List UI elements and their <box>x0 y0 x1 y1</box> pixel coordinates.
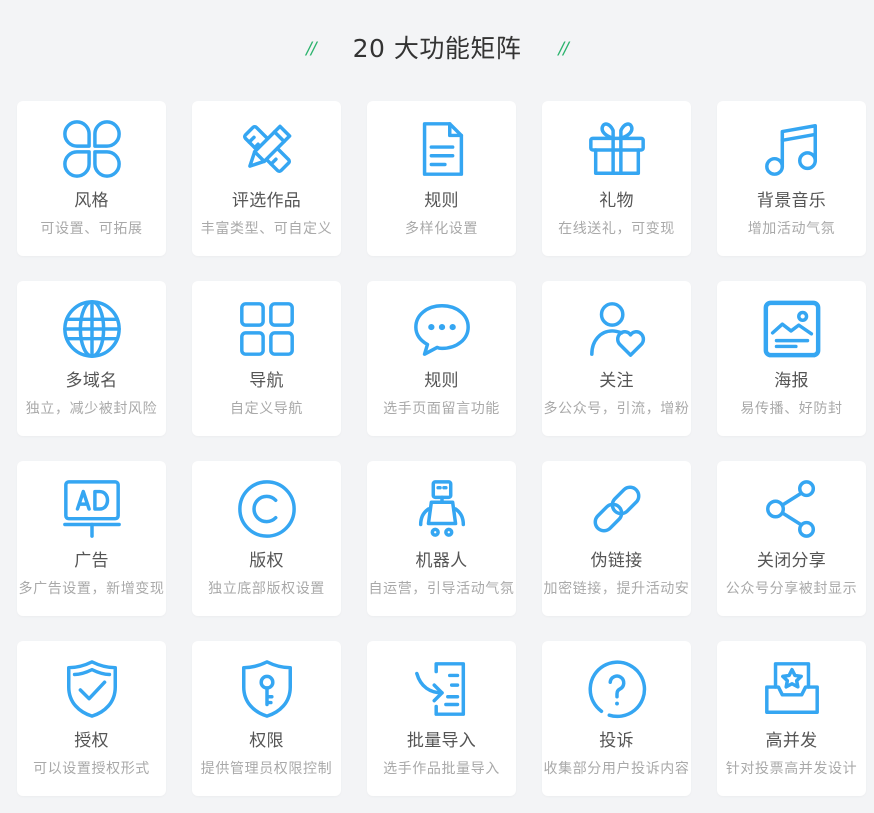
feature-desc: 多样化设置 <box>405 221 478 237</box>
feature-desc: 多公众号，引流，增粉 <box>543 401 690 417</box>
feature-card: 批量导入 选手作品批量导入 <box>367 641 516 796</box>
ad-board-icon <box>61 478 123 540</box>
feature-desc: 可以设置授权形式 <box>33 761 150 777</box>
shield-check-icon <box>61 658 123 720</box>
pencil-ruler-icon <box>236 118 298 180</box>
user-heart-icon <box>586 298 648 360</box>
section-title: 20 大功能矩阵 <box>352 34 522 63</box>
feature-desc: 自定义导航 <box>230 401 303 417</box>
shield-key-icon <box>236 658 298 720</box>
robot-icon <box>411 478 473 540</box>
header-deco-right: // <box>558 39 569 59</box>
globe-icon <box>61 298 123 360</box>
feature-card: 关闭分享 公众号分享被封显示 <box>717 461 866 616</box>
feature-card: 礼物 在线送礼，可变现 <box>542 101 691 256</box>
feature-desc: 自运营，引导活动气氛 <box>368 581 515 597</box>
import-icon <box>411 658 473 720</box>
feature-title: 规则 <box>424 191 459 211</box>
feature-title: 礼物 <box>599 191 634 211</box>
section-header: // 20 大功能矩阵 // <box>0 26 874 68</box>
feature-title: 批量导入 <box>406 731 477 751</box>
feature-card: 广告 多广告设置，新增变现 <box>17 461 166 616</box>
feature-card: 规则 多样化设置 <box>367 101 516 256</box>
feature-desc: 加密链接，提升活动安 <box>543 581 690 597</box>
feature-desc: 针对投票高并发设计 <box>725 761 858 777</box>
grid-icon <box>236 298 298 360</box>
feature-title: 风格 <box>74 191 109 211</box>
feature-card: 背景音乐 增加活动气氛 <box>717 101 866 256</box>
feature-card: 权限 提供管理员权限控制 <box>192 641 341 796</box>
feature-desc: 易传播、好防封 <box>740 401 843 417</box>
feature-title: 导航 <box>249 371 284 391</box>
feature-card: 规则 选手页面留言功能 <box>367 281 516 436</box>
feature-card: 伪链接 加密链接，提升活动安 <box>542 461 691 616</box>
header-deco-left: // <box>306 39 317 59</box>
feature-title: 投诉 <box>599 731 634 751</box>
question-circle-icon <box>586 658 648 720</box>
feature-card: 海报 易传播、好防封 <box>717 281 866 436</box>
link-icon <box>586 478 648 540</box>
feature-card: 导航 自定义导航 <box>192 281 341 436</box>
feature-desc: 独立，减少被封风险 <box>25 401 158 417</box>
feature-desc: 收集部分用户投诉内容 <box>543 761 690 777</box>
feature-desc: 公众号分享被封显示 <box>725 581 858 597</box>
feature-desc: 独立底部版权设置 <box>208 581 325 597</box>
feature-card: 风格 可设置、可拓展 <box>17 101 166 256</box>
feature-card: 关注 多公众号，引流，增粉 <box>542 281 691 436</box>
chat-bubble-icon <box>411 298 473 360</box>
gift-icon <box>586 118 648 180</box>
feature-card: 投诉 收集部分用户投诉内容 <box>542 641 691 796</box>
feature-desc: 可设置、可拓展 <box>40 221 143 237</box>
feature-title: 授权 <box>74 731 109 751</box>
inbox-star-icon <box>761 658 823 720</box>
feature-card: 高并发 针对投票高并发设计 <box>717 641 866 796</box>
feature-title: 权限 <box>249 731 284 751</box>
feature-title: 伪链接 <box>590 551 643 571</box>
poster-icon <box>761 298 823 360</box>
feature-title: 机器人 <box>415 551 468 571</box>
feature-title: 版权 <box>249 551 284 571</box>
feature-desc: 提供管理员权限控制 <box>200 761 333 777</box>
feature-title: 高并发 <box>765 731 818 751</box>
music-note-icon <box>761 118 823 180</box>
feature-title: 海报 <box>774 371 809 391</box>
clover-icon <box>61 118 123 180</box>
feature-title: 规则 <box>424 371 459 391</box>
feature-card: 授权 可以设置授权形式 <box>17 641 166 796</box>
copyright-icon <box>236 478 298 540</box>
feature-desc: 多广告设置，新增变现 <box>18 581 165 597</box>
feature-desc: 丰富类型、可自定义 <box>200 221 333 237</box>
feature-title: 广告 <box>74 551 109 571</box>
feature-grid: 风格 可设置、可拓展 评选作品 丰富类型、可自定义 规则 多样化设置 礼物 在线… <box>17 101 866 796</box>
feature-card: 机器人 自运营，引导活动气氛 <box>367 461 516 616</box>
feature-title: 关注 <box>599 371 634 391</box>
feature-desc: 选手页面留言功能 <box>383 401 500 417</box>
feature-title: 背景音乐 <box>756 191 827 211</box>
feature-title: 评选作品 <box>231 191 302 211</box>
feature-card: 评选作品 丰富类型、可自定义 <box>192 101 341 256</box>
feature-title: 多域名 <box>65 371 118 391</box>
document-icon <box>411 118 473 180</box>
feature-card: 多域名 独立，减少被封风险 <box>17 281 166 436</box>
feature-desc: 在线送礼，可变现 <box>558 221 675 237</box>
feature-title: 关闭分享 <box>756 551 827 571</box>
feature-desc: 选手作品批量导入 <box>383 761 500 777</box>
share-icon <box>761 478 823 540</box>
feature-desc: 增加活动气氛 <box>747 221 836 237</box>
feature-card: 版权 独立底部版权设置 <box>192 461 341 616</box>
